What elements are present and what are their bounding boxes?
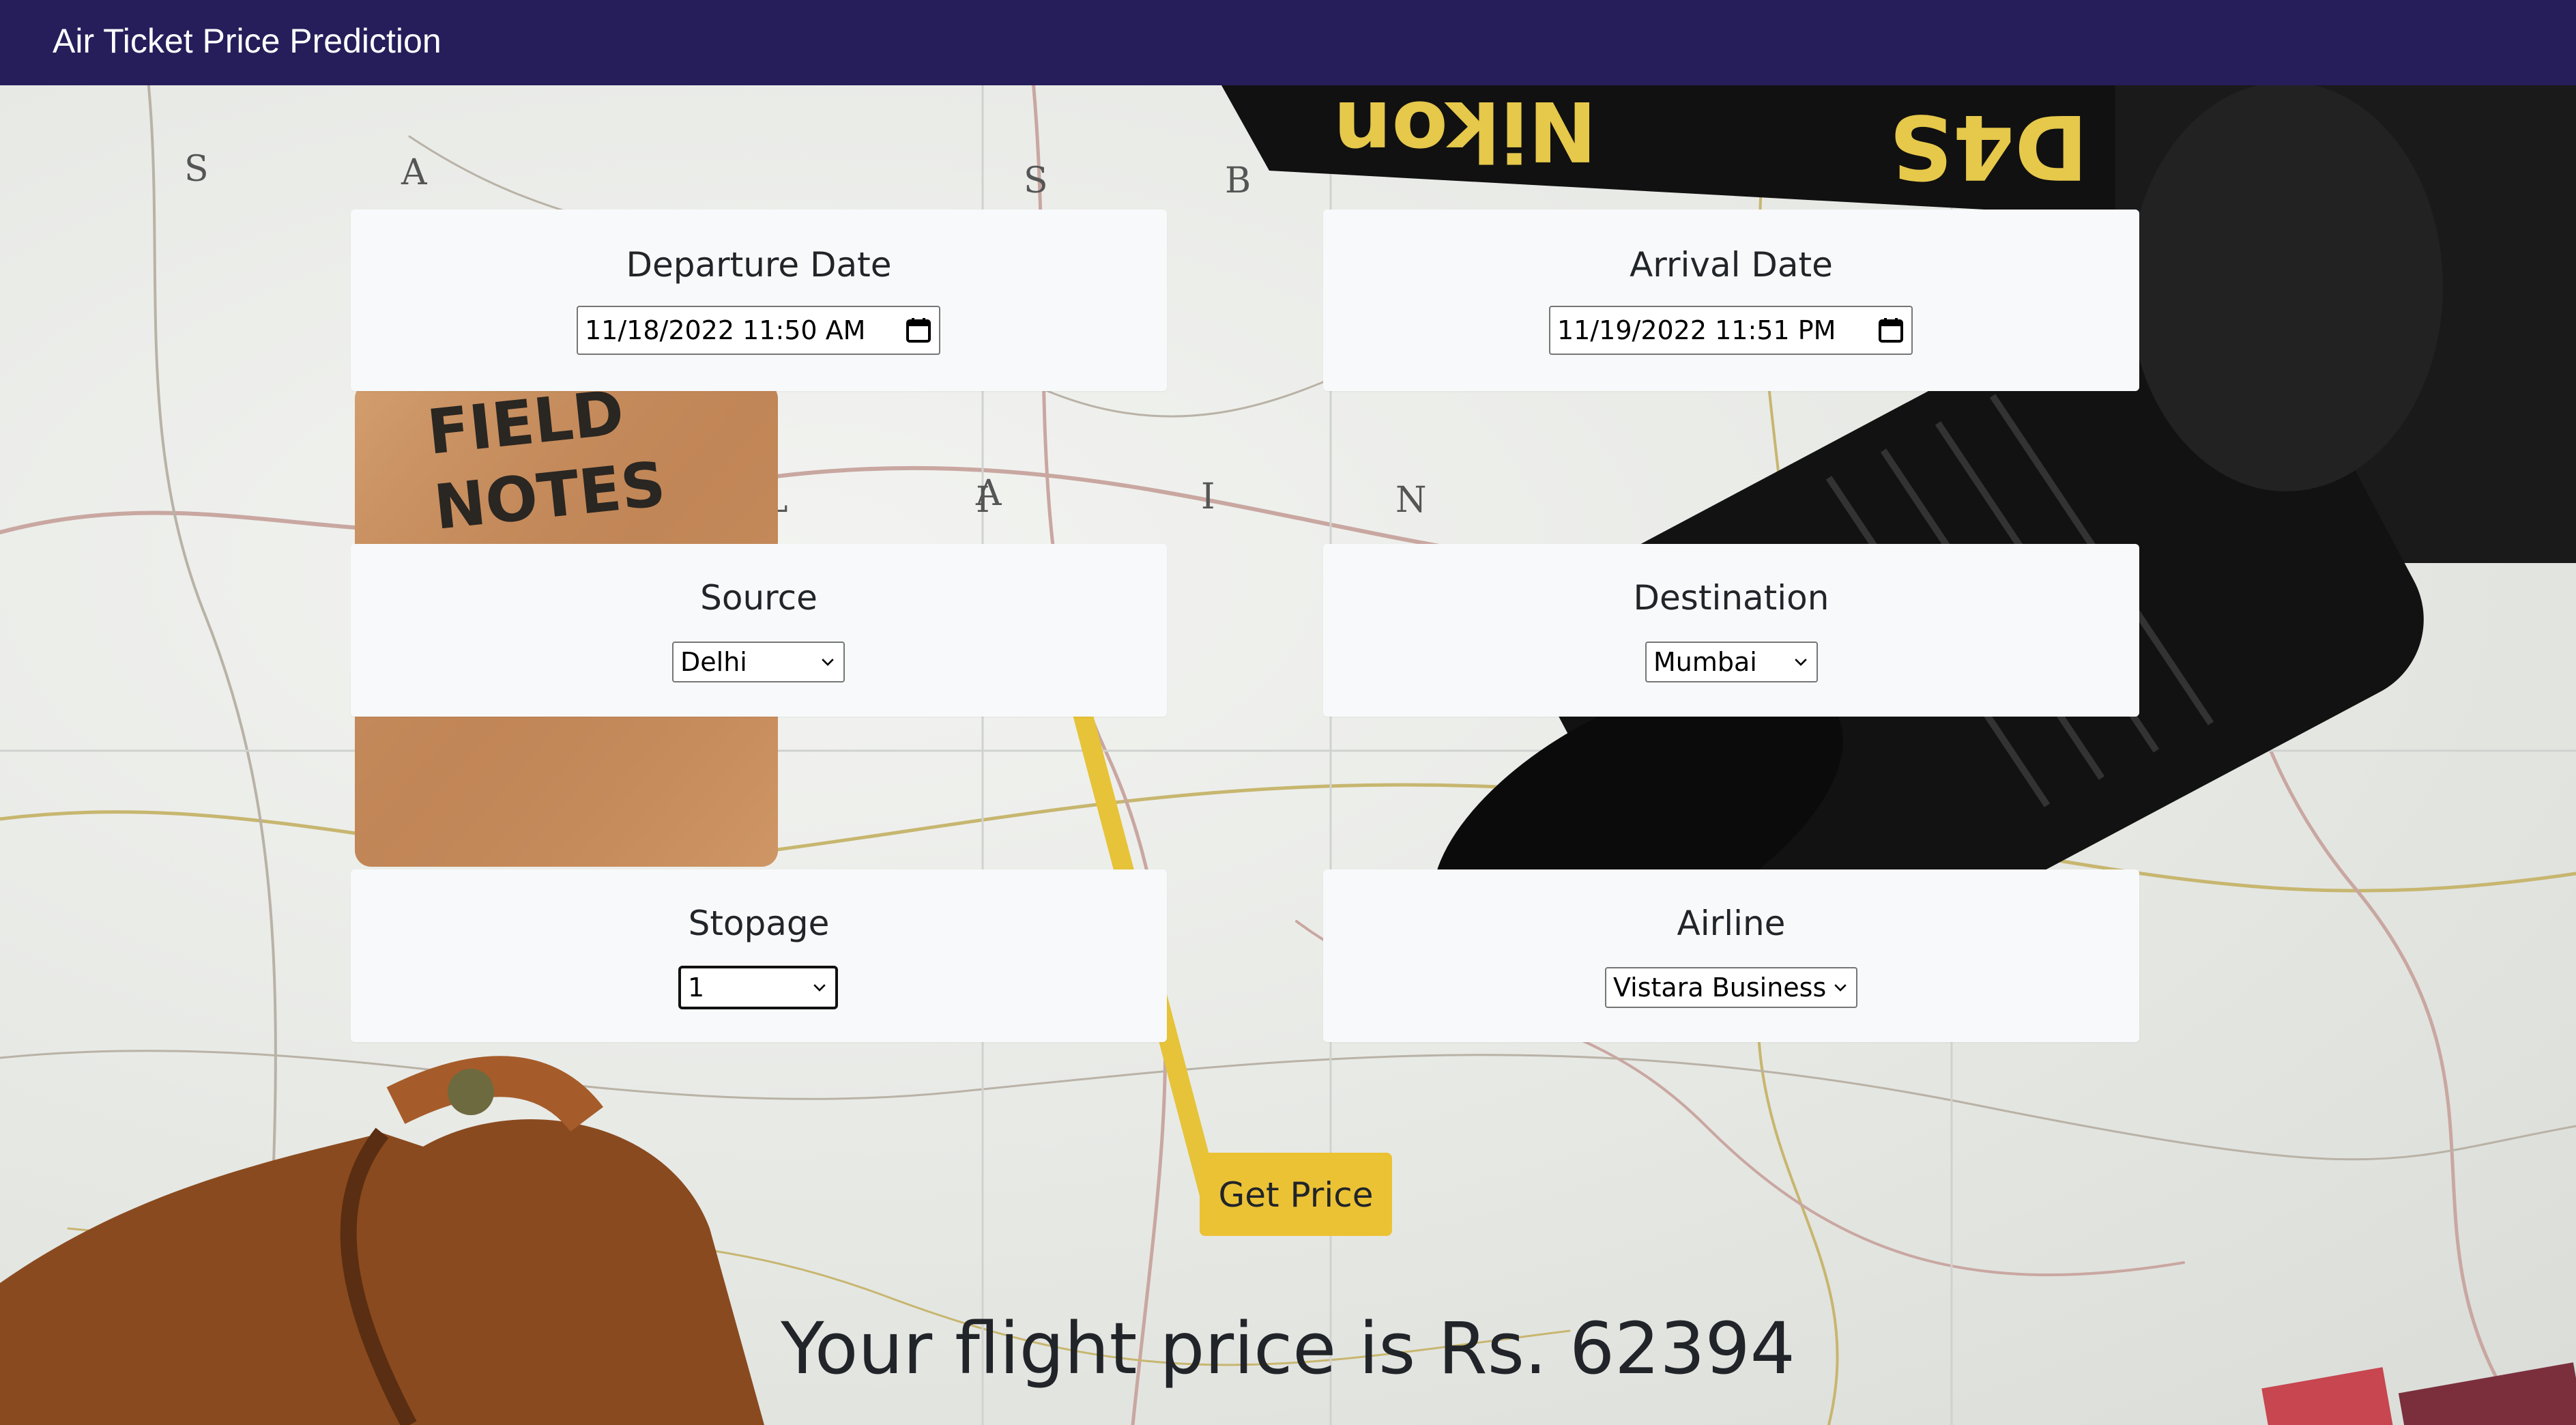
stopage-card: Stopage 1 [351,869,1167,1042]
chevron-down-icon [1832,979,1849,996]
svg-text:S: S [184,149,209,190]
destination-card: Destination Mumbai [1323,544,2139,717]
destination-value: Mumbai [1653,647,1757,677]
result-text: Your flight price is Rs. 62394 [781,1307,1795,1390]
source-card: Source Delhi [351,544,1167,717]
svg-text:A: A [401,152,428,193]
chevron-down-icon [819,653,837,671]
stopage-value: 1 [688,973,705,1003]
svg-text:I: I [1201,476,1215,517]
calendar-icon[interactable] [1877,317,1905,344]
arrival-date-label: Arrival Date [1630,245,1833,285]
departure-date-label: Departure Date [626,245,892,285]
airline-card: Airline Vistara Business [1323,869,2139,1042]
arrival-date-input[interactable]: 11/19/2022 11:51 PM [1549,306,1913,355]
svg-text:A: A [975,473,1002,514]
chevron-down-icon [1792,653,1810,671]
calendar-icon[interactable] [905,317,932,344]
svg-text:Nikon: Nikon [1333,83,1597,177]
source-label: Source [700,578,817,618]
source-value: Delhi [680,647,747,677]
source-select[interactable]: Delhi [672,642,845,682]
svg-text:D4S: D4S [1889,95,2088,199]
stopage-label: Stopage [688,904,830,943]
navbar: Air Ticket Price Prediction [0,0,2576,85]
arrival-date-card: Arrival Date 11/19/2022 11:51 PM [1323,210,2139,391]
departure-date-input[interactable]: 11/18/2022 11:50 AM [577,306,940,355]
stopage-select[interactable]: 1 [678,966,838,1009]
airline-value: Vistara Business [1613,973,1827,1003]
arrival-date-value: 11/19/2022 11:51 PM [1557,315,1836,345]
chevron-down-icon [811,979,828,996]
svg-text:B: B [1225,160,1251,201]
destination-label: Destination [1633,578,1829,618]
svg-text:N: N [1395,480,1427,521]
airline-label: Airline [1677,904,1786,943]
airline-select[interactable]: Vistara Business [1605,967,1857,1008]
departure-date-value: 11/18/2022 11:50 AM [585,315,866,345]
destination-select[interactable]: Mumbai [1645,642,1818,682]
navbar-brand[interactable]: Air Ticket Price Prediction [53,0,442,82]
departure-date-card: Departure Date 11/18/2022 11:50 AM [351,210,1167,391]
svg-text:S: S [1024,160,1048,201]
get-price-button[interactable]: Get Price [1200,1153,1392,1236]
